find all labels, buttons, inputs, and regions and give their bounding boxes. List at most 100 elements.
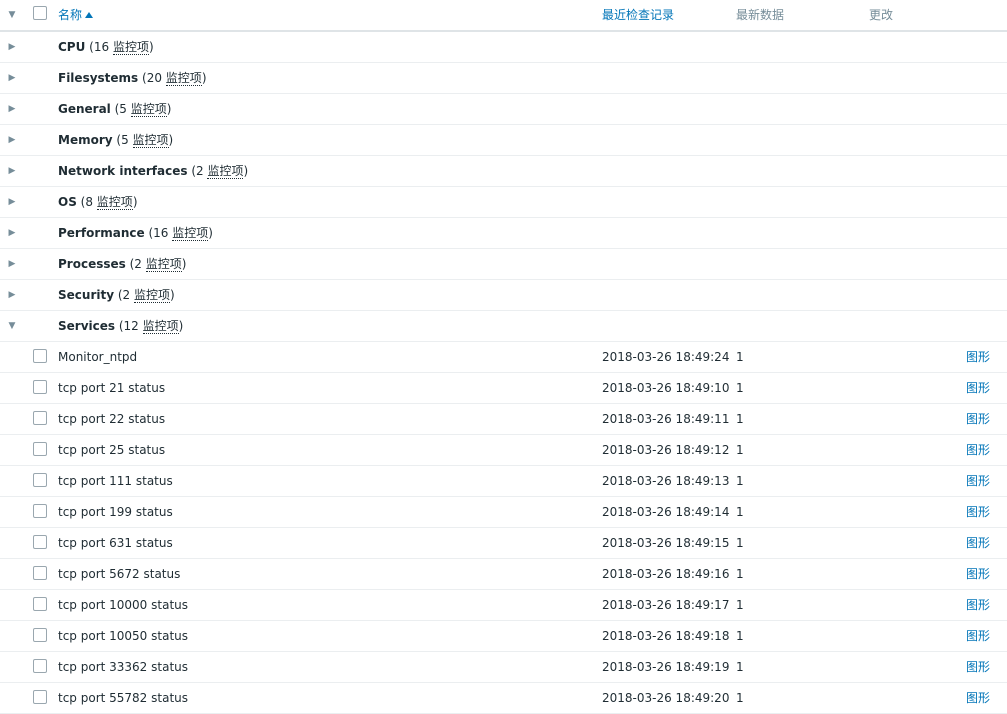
application-name: Memory <box>58 133 113 147</box>
item-checkbox[interactable] <box>33 411 47 425</box>
select-all-checkbox[interactable] <box>33 6 47 20</box>
expand-toggle-icon[interactable]: ▶ <box>4 94 20 124</box>
items-count-link[interactable]: 监控项 <box>172 226 209 241</box>
item-checkbox[interactable] <box>33 535 47 549</box>
item-lastvalue: 1 <box>736 412 744 426</box>
items-count-link[interactable]: 监控项 <box>165 71 202 86</box>
item-row: tcp port 33362 status 2018-03-26 18:49:1… <box>0 652 1007 683</box>
graph-link[interactable]: 图形 <box>966 497 990 527</box>
application-count: (8 监控项) <box>76 195 138 210</box>
graph-link[interactable]: 图形 <box>966 621 990 651</box>
expand-toggle-icon[interactable]: ▶ <box>4 125 20 155</box>
item-name: tcp port 10050 status <box>58 629 189 643</box>
lastcheck-column-header[interactable]: 最近检查记录 <box>602 0 674 30</box>
item-name: tcp port 55782 status <box>58 691 189 705</box>
item-checkbox[interactable] <box>33 566 47 580</box>
application-row-os: ▶ OS (8 监控项) <box>0 187 1007 218</box>
change-column-header: 更改 <box>869 8 894 22</box>
application-count: (2 监控项) <box>114 288 175 303</box>
latest-data-table: ▼ 名称 最近检查记录 最新数据 更改 ▶ CPU (16 监控项) ▶ Fil… <box>0 0 1007 714</box>
lastvalue-column-header: 最新数据 <box>736 8 785 22</box>
graph-link[interactable]: 图形 <box>966 404 990 434</box>
item-checkbox[interactable] <box>33 442 47 456</box>
item-lastvalue: 1 <box>736 660 744 674</box>
item-checkbox[interactable] <box>33 473 47 487</box>
item-checkbox[interactable] <box>33 504 47 518</box>
item-row: tcp port 10050 status 2018-03-26 18:49:1… <box>0 621 1007 652</box>
application-count: (16 监控项) <box>85 40 154 55</box>
graph-link[interactable]: 图形 <box>966 683 990 713</box>
item-lastcheck: 2018-03-26 18:49:10 <box>602 381 730 395</box>
graph-link[interactable]: 图形 <box>966 373 990 403</box>
item-row: tcp port 25 status 2018-03-26 18:49:12 1… <box>0 435 1007 466</box>
application-row-processes: ▶ Processes (2 监控项) <box>0 249 1007 280</box>
item-row: tcp port 21 status 2018-03-26 18:49:10 1… <box>0 373 1007 404</box>
table-header: ▼ 名称 最近检查记录 最新数据 更改 <box>0 0 1007 32</box>
graph-link[interactable]: 图形 <box>966 342 990 372</box>
item-lastcheck: 2018-03-26 18:49:15 <box>602 536 730 550</box>
item-checkbox[interactable] <box>33 628 47 642</box>
item-checkbox[interactable] <box>33 659 47 673</box>
application-count: (12 监控项) <box>115 319 184 334</box>
item-checkbox[interactable] <box>33 690 47 704</box>
item-name: tcp port 5672 status <box>58 567 181 581</box>
item-row: tcp port 631 status 2018-03-26 18:49:15 … <box>0 528 1007 559</box>
name-column-label[interactable]: 名称 <box>58 8 82 22</box>
expand-toggle-icon[interactable]: ▶ <box>4 249 20 279</box>
item-lastcheck: 2018-03-26 18:49:20 <box>602 691 730 705</box>
items-count-link[interactable]: 监控项 <box>130 102 167 117</box>
application-name: Network interfaces <box>58 164 188 178</box>
expand-toggle-icon[interactable]: ▶ <box>4 218 20 248</box>
application-row-performance: ▶ Performance (16 监控项) <box>0 218 1007 249</box>
item-row: tcp port 55782 status 2018-03-26 18:49:2… <box>0 683 1007 714</box>
item-lastvalue: 1 <box>736 536 744 550</box>
application-name-cell: OS (8 监控项) <box>58 187 138 217</box>
items-count-link[interactable]: 监控项 <box>145 257 182 272</box>
items-count-link[interactable]: 监控项 <box>112 40 149 55</box>
graph-link[interactable]: 图形 <box>966 590 990 620</box>
application-name-cell: Security (2 监控项) <box>58 280 175 310</box>
items-count-link[interactable]: 监控项 <box>142 319 179 334</box>
item-lastcheck: 2018-03-26 18:49:19 <box>602 660 730 674</box>
application-name-cell: Network interfaces (2 监控项) <box>58 156 248 186</box>
application-row-security: ▶ Security (2 监控项) <box>0 280 1007 311</box>
item-checkbox[interactable] <box>33 349 47 363</box>
expand-toggle-icon[interactable]: ▶ <box>4 63 20 93</box>
expand-toggle-icon[interactable]: ▶ <box>4 280 20 310</box>
item-name: tcp port 111 status <box>58 474 173 488</box>
item-lastvalue: 1 <box>736 629 744 643</box>
item-lastcheck: 2018-03-26 18:49:24 <box>602 350 730 364</box>
application-name-cell: Filesystems (20 监控项) <box>58 63 207 93</box>
items-count-link[interactable]: 监控项 <box>132 133 169 148</box>
item-lastvalue: 1 <box>736 505 744 519</box>
application-name: Services <box>58 319 116 333</box>
expand-toggle-icon[interactable]: ▶ <box>4 156 20 186</box>
item-checkbox[interactable] <box>33 597 47 611</box>
item-lastvalue: 1 <box>736 567 744 581</box>
item-lastvalue: 1 <box>736 691 744 705</box>
collapse-all-toggle-icon[interactable]: ▼ <box>4 0 20 30</box>
expand-toggle-icon[interactable]: ▶ <box>4 32 20 62</box>
item-name: tcp port 631 status <box>58 536 173 550</box>
application-name-cell: Services (12 监控项) <box>58 311 183 341</box>
item-name: tcp port 21 status <box>58 381 166 395</box>
graph-link[interactable]: 图形 <box>966 652 990 682</box>
graph-link[interactable]: 图形 <box>966 528 990 558</box>
item-row: tcp port 22 status 2018-03-26 18:49:11 1… <box>0 404 1007 435</box>
items-count-link[interactable]: 监控项 <box>207 164 244 179</box>
name-column-header[interactable]: 名称 <box>58 0 94 30</box>
collapse-toggle-icon[interactable]: ▼ <box>4 311 20 341</box>
item-row: tcp port 5672 status 2018-03-26 18:49:16… <box>0 559 1007 590</box>
graph-link[interactable]: 图形 <box>966 435 990 465</box>
application-row-memory: ▶ Memory (5 监控项) <box>0 125 1007 156</box>
items-count-link[interactable]: 监控项 <box>133 288 170 303</box>
item-lastvalue: 1 <box>736 350 744 364</box>
graph-link[interactable]: 图形 <box>966 466 990 496</box>
item-lastcheck: 2018-03-26 18:49:13 <box>602 474 730 488</box>
expand-toggle-icon[interactable]: ▶ <box>4 187 20 217</box>
application-name-cell: Memory (5 监控项) <box>58 125 173 155</box>
item-checkbox[interactable] <box>33 380 47 394</box>
application-name: Performance <box>58 226 145 240</box>
graph-link[interactable]: 图形 <box>966 559 990 589</box>
items-count-link[interactable]: 监控项 <box>96 195 133 210</box>
